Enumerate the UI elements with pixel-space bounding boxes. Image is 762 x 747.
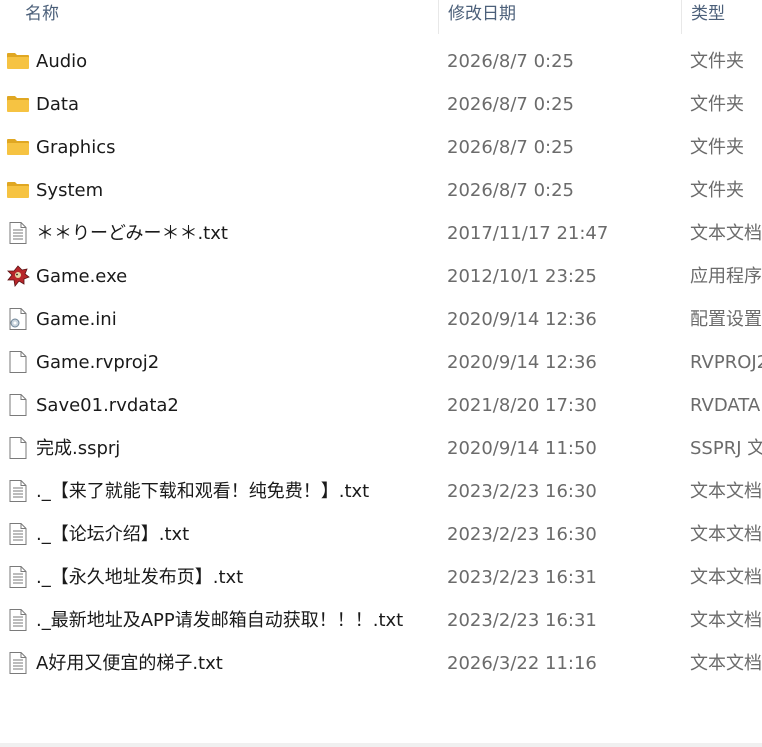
file-name: Game.rvproj2 bbox=[36, 352, 160, 373]
file-name: ._【永久地址发布页】.txt bbox=[36, 567, 244, 588]
folder-icon bbox=[6, 93, 30, 115]
file-date-modified: 2017/11/17 21:47 bbox=[447, 223, 609, 244]
file-date-modified: 2012/10/1 23:25 bbox=[447, 266, 597, 287]
file-date-modified: 2023/2/23 16:30 bbox=[447, 481, 597, 502]
file-row[interactable]: ._最新地址及APP请发邮箱自动获取！！！.txt 2023/2/23 16:3… bbox=[0, 599, 762, 642]
file-type: 文本文档 bbox=[690, 481, 762, 502]
file-type: RVPROJ2 bbox=[690, 352, 762, 373]
file-date-modified: 2023/2/23 16:31 bbox=[447, 610, 597, 631]
file-row[interactable]: Graphics 2026/8/7 0:25 文件夹 bbox=[0, 126, 762, 169]
file-name: Graphics bbox=[36, 137, 116, 158]
file-type: 文本文档 bbox=[690, 610, 762, 631]
file-name: 完成.ssprj bbox=[36, 438, 121, 459]
file-type: 应用程序 bbox=[690, 266, 762, 287]
file-row[interactable]: System 2026/8/7 0:25 文件夹 bbox=[0, 169, 762, 212]
file-date-modified: 2023/2/23 16:31 bbox=[447, 567, 597, 588]
file-name: System bbox=[36, 180, 104, 201]
file-date-modified: 2026/3/22 11:16 bbox=[447, 653, 597, 674]
file-type: 文件夹 bbox=[690, 137, 744, 158]
file-name: Data bbox=[36, 94, 79, 115]
folder-icon bbox=[6, 136, 30, 158]
file-row[interactable]: ._【论坛介绍】.txt 2023/2/23 16:30 文本文档 bbox=[0, 513, 762, 556]
file-date-modified: 2020/9/14 12:36 bbox=[447, 352, 597, 373]
file-type: RVDATA bbox=[690, 395, 761, 416]
column-header-name[interactable]: 名称 bbox=[16, 0, 438, 34]
file-name: Game.exe bbox=[36, 266, 128, 287]
file-name: ._【论坛介绍】.txt bbox=[36, 524, 190, 545]
horizontal-scrollbar[interactable] bbox=[0, 743, 762, 747]
file-date-modified: 2026/8/7 0:25 bbox=[447, 94, 574, 115]
file-type: 文本文档 bbox=[690, 524, 762, 545]
file-row[interactable]: Data 2026/8/7 0:25 文件夹 bbox=[0, 83, 762, 126]
file-name: A好用又便宜的梯子.txt bbox=[36, 653, 223, 674]
file-name: Audio bbox=[36, 51, 88, 72]
file-name: ＊＊りーどみー＊＊.txt bbox=[36, 223, 228, 244]
folder-icon bbox=[6, 179, 30, 201]
file-row[interactable]: 完成.ssprj 2020/9/14 11:50 SSPRJ 文 bbox=[0, 427, 762, 470]
file-row[interactable]: ._【永久地址发布页】.txt 2023/2/23 16:31 文本文档 bbox=[0, 556, 762, 599]
blank-file-icon bbox=[6, 437, 30, 459]
text-file-icon bbox=[6, 566, 30, 588]
blank-file-icon bbox=[6, 394, 30, 416]
file-row[interactable]: ._【来了就能下载和观看！纯免费！】.txt 2023/2/23 16:30 文… bbox=[0, 470, 762, 513]
file-date-modified: 2023/2/23 16:30 bbox=[447, 524, 597, 545]
text-file-icon bbox=[6, 523, 30, 545]
file-date-modified: 2026/8/7 0:25 bbox=[447, 51, 574, 72]
file-name: Save01.rvdata2 bbox=[36, 395, 179, 416]
file-date-modified: 2026/8/7 0:25 bbox=[447, 180, 574, 201]
text-file-icon bbox=[6, 652, 30, 674]
file-row[interactable]: Save01.rvdata2 2021/8/20 17:30 RVDATA bbox=[0, 384, 762, 427]
file-name: ._最新地址及APP请发邮箱自动获取！！！.txt bbox=[36, 610, 404, 631]
file-row[interactable]: Audio 2026/8/7 0:25 文件夹 bbox=[0, 40, 762, 83]
file-type: 文件夹 bbox=[690, 51, 744, 72]
blank-file-icon bbox=[6, 351, 30, 373]
file-explorer: 名称 修改日期 类型 Audio 2026/8/7 0:25 文件夹 Data … bbox=[0, 0, 762, 747]
file-date-modified: 2020/9/14 12:36 bbox=[447, 309, 597, 330]
text-file-icon bbox=[6, 480, 30, 502]
text-file-icon bbox=[6, 609, 30, 631]
file-row[interactable]: Game.ini 2020/9/14 12:36 配置设置 bbox=[0, 298, 762, 341]
file-date-modified: 2021/8/20 17:30 bbox=[447, 395, 597, 416]
file-name: Game.ini bbox=[36, 309, 117, 330]
file-type: 配置设置 bbox=[690, 309, 762, 330]
file-type: 文本文档 bbox=[690, 223, 762, 244]
game-exe-icon bbox=[6, 265, 30, 287]
folder-icon bbox=[6, 50, 30, 72]
column-header: 名称 修改日期 类型 bbox=[0, 0, 762, 34]
file-date-modified: 2020/9/14 11:50 bbox=[447, 438, 597, 459]
file-name: ._【来了就能下载和观看！纯免费！】.txt bbox=[36, 481, 370, 502]
column-header-date-modified[interactable]: 修改日期 bbox=[438, 0, 681, 34]
file-type: 文件夹 bbox=[690, 94, 744, 115]
file-type: 文本文档 bbox=[690, 653, 762, 674]
file-type: SSPRJ 文 bbox=[690, 438, 762, 459]
settings-file-icon bbox=[6, 308, 30, 330]
file-row[interactable]: ＊＊りーどみー＊＊.txt 2017/11/17 21:47 文本文档 bbox=[0, 212, 762, 255]
text-file-icon bbox=[6, 222, 30, 244]
file-date-modified: 2026/8/7 0:25 bbox=[447, 137, 574, 158]
file-type: 文本文档 bbox=[690, 567, 762, 588]
file-row[interactable]: Game.rvproj2 2020/9/14 12:36 RVPROJ2 bbox=[0, 341, 762, 384]
file-type: 文件夹 bbox=[690, 180, 744, 201]
file-list: Audio 2026/8/7 0:25 文件夹 Data 2026/8/7 0:… bbox=[0, 40, 762, 685]
file-row[interactable]: Game.exe 2012/10/1 23:25 应用程序 bbox=[0, 255, 762, 298]
column-header-type[interactable]: 类型 bbox=[681, 0, 762, 34]
file-row[interactable]: A好用又便宜的梯子.txt 2026/3/22 11:16 文本文档 bbox=[0, 642, 762, 685]
